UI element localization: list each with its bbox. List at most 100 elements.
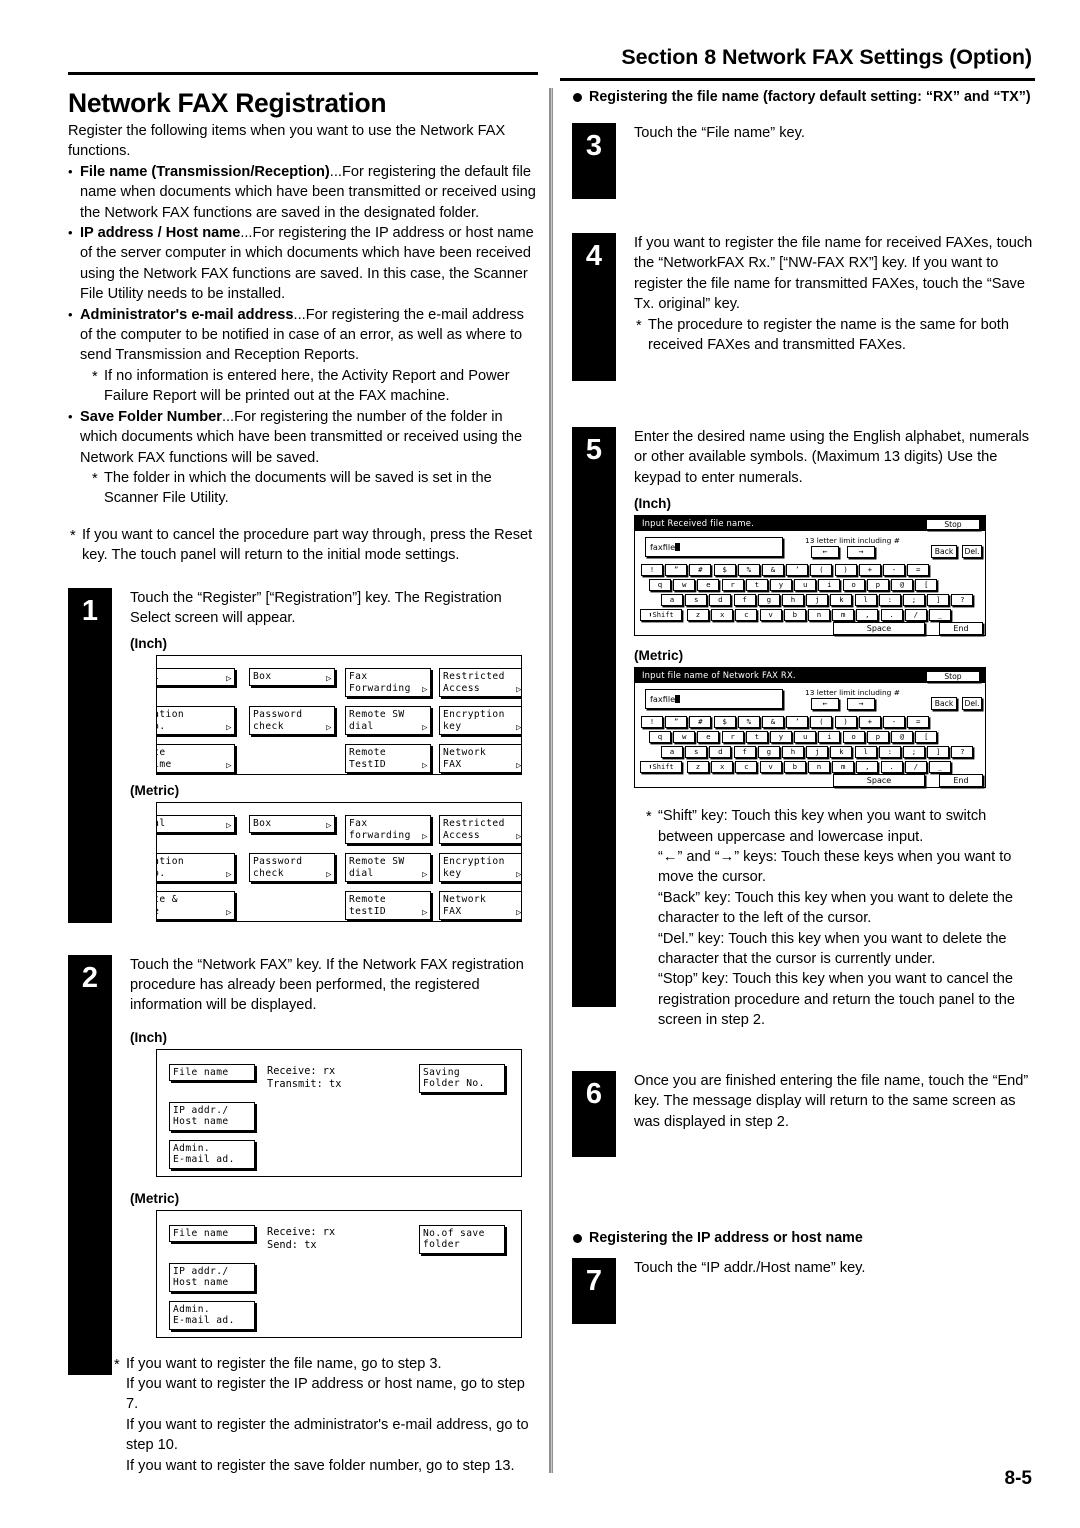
keyboard-key[interactable]: #	[689, 716, 712, 729]
back-button[interactable]: Back	[931, 697, 957, 711]
registration-select-key[interactable]: Restricted Access ▷	[439, 668, 521, 698]
keyboard-key[interactable]: %	[737, 716, 760, 729]
registration-select-screen-metric[interactable]: ial▷ Box▷ Fax forwarding▷ Restricted Access…	[156, 802, 522, 923]
keyboard-key[interactable]: t	[745, 731, 768, 744]
registration-select-key[interactable]: Remote testID ▷	[345, 891, 431, 921]
keyboard-key[interactable]: l	[854, 746, 877, 759]
keyboard-key[interactable]: z	[687, 609, 709, 622]
registration-select-key[interactable]: Restricted Access ▷	[439, 815, 521, 845]
keyboard-key[interactable]: z	[687, 761, 709, 774]
keyboard-key[interactable]: r	[721, 579, 744, 592]
keyboard-key[interactable]: :	[878, 594, 901, 607]
registration-select-key[interactable]: cation fo.▷	[157, 706, 235, 736]
registration-select-key[interactable]: Password check ▷	[249, 853, 335, 883]
registration-select-key[interactable]: Fax forwarding ▷	[345, 815, 431, 845]
cursor-right-icon[interactable]: →	[847, 698, 875, 711]
keyboard-key[interactable]: (	[810, 564, 833, 577]
keyboard-key[interactable]: /	[904, 609, 927, 622]
shift-key[interactable]: ⬆Shift	[640, 609, 682, 622]
registration-select-screen-inch[interactable]: al▷ Box▷ Fax Forwarding▷ Restricted Access▷…	[156, 655, 522, 776]
keyboard-key[interactable]: b	[783, 609, 806, 622]
registration-select-key[interactable]: Password check ▷	[249, 706, 335, 736]
keyboard-key[interactable]: ?	[951, 594, 974, 607]
cursor-right-icon[interactable]: →	[847, 546, 875, 559]
registration-select-key[interactable]: Fax Forwarding ▷	[345, 668, 431, 698]
keyboard-key[interactable]: m	[832, 609, 855, 622]
keyboard-key[interactable]: e	[697, 579, 720, 592]
registration-select-key[interactable]: cation fo.▷	[157, 853, 235, 883]
keyboard-key[interactable]: r	[721, 731, 744, 744]
keyboard-key[interactable]: j	[806, 746, 829, 759]
keyboard-key[interactable]: [	[915, 579, 938, 592]
keyboard-key[interactable]: @	[891, 579, 913, 592]
keyboard-key[interactable]: ”	[665, 564, 688, 577]
registration-select-key[interactable]: Remote SW dial ▷	[345, 706, 431, 736]
registration-select-key[interactable]: Encryption key ▷	[439, 706, 521, 736]
network-fax-info-screen-metric[interactable]: File name IP addr./ Host name Admin. E-m…	[156, 1209, 522, 1338]
keyboard-key[interactable]: y	[770, 731, 792, 744]
keyboard-key[interactable]: ]	[927, 746, 950, 759]
file-name-input[interactable]: faxfile	[645, 537, 783, 558]
keyboard-key[interactable]: g	[757, 594, 780, 607]
keyboard-key[interactable]: u	[794, 579, 817, 592]
end-button[interactable]: End	[939, 774, 983, 788]
keyboard-key[interactable]: i	[818, 579, 841, 592]
end-button[interactable]: End	[939, 622, 983, 636]
registration-select-key[interactable]: Network FAX ▷	[439, 891, 521, 921]
admin-email-key[interactable]: Admin. E-mail ad.	[169, 1139, 255, 1169]
keyboard-key[interactable]: q	[649, 579, 671, 592]
keyboard-key[interactable]: y	[770, 579, 792, 592]
keyboard-key[interactable]: _	[929, 761, 951, 774]
keyboard-key[interactable]: t	[745, 579, 768, 592]
keyboard-key[interactable]: !	[641, 564, 663, 577]
keyboard-key[interactable]: :	[878, 746, 901, 759]
registration-select-key[interactable]: Box ▷	[249, 815, 335, 833]
keyboard-key[interactable]: ;	[903, 746, 925, 759]
keyboard-key[interactable]: )	[834, 716, 857, 729]
cursor-left-icon[interactable]: ←	[811, 698, 839, 711]
keyboard-key[interactable]: %	[737, 564, 760, 577]
keyboard-key[interactable]: d	[709, 746, 732, 759]
stop-button[interactable]: Stop	[926, 670, 980, 682]
keyboard-key[interactable]: k	[830, 746, 853, 759]
keyboard-key[interactable]: k	[830, 594, 853, 607]
keyboard-key[interactable]: &	[762, 564, 784, 577]
keyboard-key[interactable]: f	[733, 746, 756, 759]
keyboard-key[interactable]: -	[883, 716, 905, 729]
keyboard-key[interactable]: ]	[927, 594, 950, 607]
cursor-left-icon[interactable]: ←	[811, 546, 839, 559]
saving-folder-no-key[interactable]: Saving Folder No.	[419, 1063, 505, 1093]
keyboard-key[interactable]: @	[891, 731, 913, 744]
registration-select-key[interactable]: Remote SW dial ▷	[345, 853, 431, 883]
keyboard-key[interactable]: f	[733, 594, 756, 607]
file-name-input[interactable]: faxfile	[645, 689, 783, 710]
keyboard-key[interactable]: ;	[903, 594, 925, 607]
keyboard-key[interactable]: .	[880, 609, 903, 622]
space-key[interactable]: Space	[833, 774, 925, 788]
keyboard-key[interactable]: c	[735, 609, 758, 622]
keyboard-key[interactable]: v	[759, 761, 782, 774]
keyboard-key[interactable]: c	[735, 761, 758, 774]
keyboard-key[interactable]: o	[842, 731, 865, 744]
space-key[interactable]: Space	[833, 622, 925, 636]
back-button[interactable]: Back	[931, 545, 957, 559]
keyboard-key[interactable]: +	[858, 716, 881, 729]
keyboard-key[interactable]: $	[713, 564, 736, 577]
keyboard-key[interactable]: )	[834, 564, 857, 577]
keyboard-key[interactable]: l	[854, 594, 877, 607]
registration-select-key[interactable]: Box ▷	[249, 668, 335, 686]
keyboard-key[interactable]: !	[641, 716, 663, 729]
keyboard-key[interactable]: ?	[951, 746, 974, 759]
keyboard-key[interactable]: &	[762, 716, 784, 729]
keyboard-key[interactable]: [	[915, 731, 938, 744]
registration-select-key[interactable]: Remote TestID ▷	[345, 744, 431, 774]
keyboard-key[interactable]: o	[842, 579, 865, 592]
keyboard-key[interactable]: -	[883, 564, 905, 577]
admin-email-key[interactable]: Admin. E-mail ad.	[169, 1300, 255, 1330]
keyboard-key[interactable]: q	[649, 731, 671, 744]
keyboard-key[interactable]: d	[709, 594, 732, 607]
keyboard-key[interactable]: n	[808, 609, 830, 622]
keyboard-key[interactable]: x	[711, 609, 734, 622]
registration-select-key[interactable]: ial▷	[157, 815, 235, 833]
keyboard-key[interactable]: x	[711, 761, 734, 774]
